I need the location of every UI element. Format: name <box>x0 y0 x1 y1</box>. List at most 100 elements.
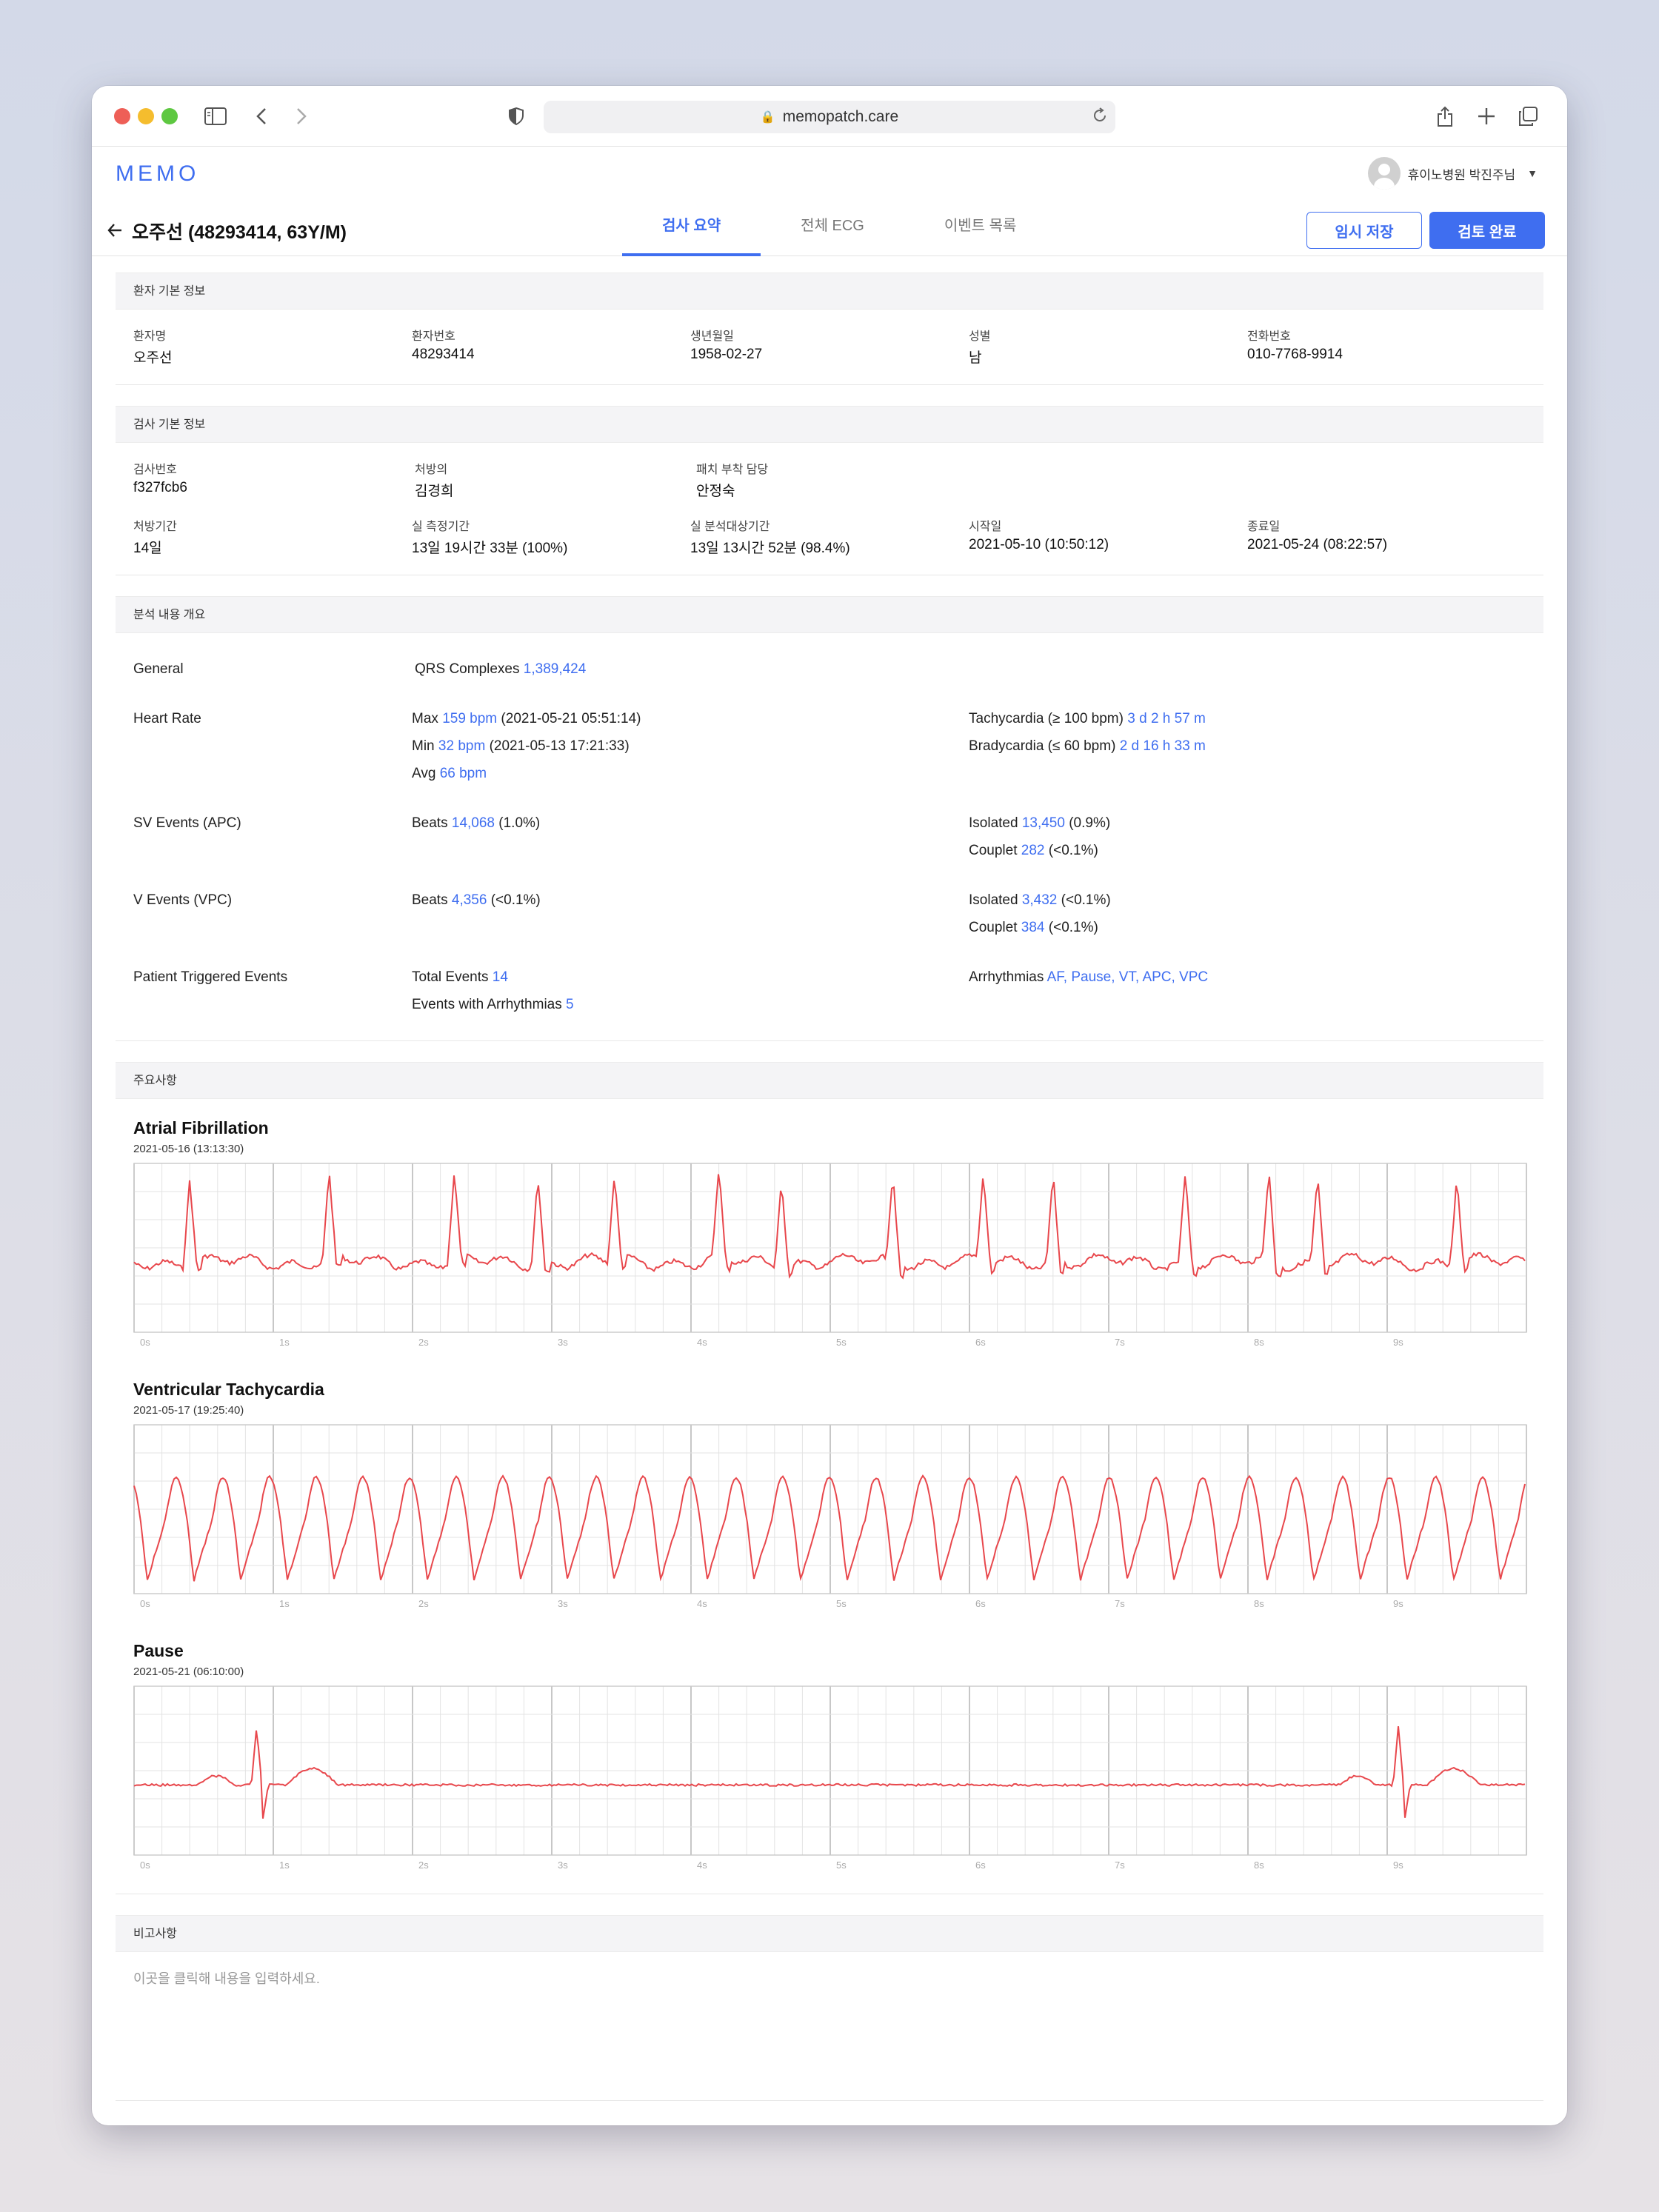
time-tick-label: 1s <box>279 1598 290 1609</box>
time-tick-label: 5s <box>836 1337 847 1348</box>
analysis-row-triggered: Patient Triggered Events Total Events 14… <box>116 963 1543 1018</box>
sidebar-icon[interactable] <box>203 102 228 130</box>
share-icon[interactable] <box>1434 102 1456 130</box>
tab-full-ecg[interactable]: 전체 ECG <box>761 206 904 256</box>
time-tick-label: 9s <box>1393 1598 1403 1609</box>
analysis-row-heart-rate: Heart Rate Max 159 bpm (2021-05-21 05:51… <box>116 705 1543 787</box>
zoom-window-button[interactable] <box>161 108 178 124</box>
field-label: 종료일 <box>1247 521 1281 533</box>
metric-pct: (0.9%) <box>1069 815 1111 831</box>
time-tick-label: 4s <box>697 1337 707 1348</box>
time-tick-label: 9s <box>1393 1337 1403 1348</box>
minimize-window-button[interactable] <box>138 108 154 124</box>
time-tick-label: 8s <box>1254 1860 1264 1871</box>
ecg-strip-vt[interactable]: Ventricular Tachycardia 2021-05-17 (19:2… <box>116 1380 1543 1613</box>
ecg-strip-afib[interactable]: Atrial Fibrillation 2021-05-16 (13:13:30… <box>116 1118 1543 1351</box>
total-events-link[interactable]: 14 <box>493 969 508 985</box>
v-beats-link[interactable]: 4,356 <box>452 892 487 908</box>
tab-summary[interactable]: 검사 요약 <box>622 206 761 256</box>
bradycardia-link[interactable]: 2 d 16 h 33 m <box>1120 738 1206 754</box>
metric-label: Total Events <box>412 969 489 985</box>
ecg-strip-date: 2021-05-17 (19:25:40) <box>133 1404 244 1417</box>
back-arrow-icon[interactable] <box>107 218 123 244</box>
forward-nav-icon[interactable] <box>292 102 311 130</box>
min-hr-link[interactable]: 32 bpm <box>438 738 485 754</box>
max-hr-link[interactable]: 159 bpm <box>442 711 497 726</box>
analysis-section: 분석 내용 개요 General QRS Complexes 1,389,424… <box>116 596 1543 1041</box>
row-label: General <box>133 661 184 677</box>
time-tick-label: 0s <box>140 1598 150 1609</box>
browser-toolbar: 🔒 memopatch.care <box>92 86 1567 147</box>
arrhythmia-events-link[interactable]: 5 <box>566 997 574 1012</box>
new-tab-icon[interactable] <box>1475 102 1498 130</box>
app-header: MEMO 휴이노병원 박진주님 ▼ <box>92 147 1567 206</box>
row-label: V Events (VPC) <box>133 892 233 908</box>
patient-title-bar: 오주선 (48293414, 63Y/M) 검사 요약 전체 ECG 이벤트 목… <box>92 206 1567 256</box>
field-value: 14일 <box>133 541 162 556</box>
ecg-strip-date: 2021-05-16 (13:13:30) <box>133 1143 244 1155</box>
time-tick-label: 3s <box>558 1860 568 1871</box>
ecg-chart[interactable]: 0s 1s 2s 3s 4s 5s 6s 7s 8s 9s <box>133 1163 1527 1348</box>
ecg-trace <box>133 1174 1526 1280</box>
avatar <box>1367 157 1401 190</box>
v-couplet-link[interactable]: 384 <box>1021 920 1045 935</box>
user-name: 휴이노병원 박진주님 <box>1407 167 1516 182</box>
tab-event-list[interactable]: 이벤트 목록 <box>904 206 1057 256</box>
address-bar[interactable]: 🔒 memopatch.care <box>544 101 1115 133</box>
time-tick-label: 5s <box>836 1860 847 1871</box>
temp-save-button[interactable]: 임시 저장 <box>1306 212 1422 249</box>
tab-bar: 검사 요약 전체 ECG 이벤트 목록 <box>622 206 1056 256</box>
time-tick-label: 6s <box>975 1598 986 1609</box>
time-tick-label: 9s <box>1393 1860 1403 1871</box>
app-logo[interactable]: MEMO <box>116 161 199 187</box>
row-label: Patient Triggered Events <box>133 969 288 985</box>
page-title: 오주선 (48293414, 63Y/M) <box>132 222 347 243</box>
metric-time: (2021-05-13 17:21:33) <box>489 738 630 754</box>
review-complete-button[interactable]: 검토 완료 <box>1429 212 1545 249</box>
v-isolated-link[interactable]: 3,432 <box>1022 892 1058 908</box>
browser-window: 🔒 memopatch.care MEMO 휴이노병원 박진주님 ▼ 오주선 ( <box>92 86 1567 2125</box>
sv-beats-link[interactable]: 14,068 <box>452 815 495 831</box>
time-tick-label: 6s <box>975 1860 986 1871</box>
arrhythmia-types-link[interactable]: AF, Pause, VT, APC, VPC <box>1047 969 1209 985</box>
section-header: 분석 내용 개요 <box>116 596 1543 633</box>
metric-label: Isolated <box>969 815 1018 831</box>
field-value: 남 <box>969 350 982 366</box>
ecg-chart[interactable]: 0s 1s 2s 3s 4s 5s 6s 7s 8s 9s <box>133 1424 1527 1609</box>
caret-down-icon: ▼ <box>1527 167 1538 179</box>
analysis-row-sv-events: SV Events (APC) Beats 14,068 (1.0%) Isol… <box>116 809 1543 864</box>
metric-label: Max <box>412 711 438 726</box>
exam-info-section: 검사 기본 정보 검사번호 f327fcb6 처방의 김경희 패치 부착 담당 안정숙… <box>116 406 1543 575</box>
avg-hr-link[interactable]: 66 bpm <box>440 766 487 781</box>
time-tick-label: 2s <box>418 1337 429 1348</box>
sv-isolated-link[interactable]: 13,450 <box>1022 815 1065 831</box>
field-value: 48293414 <box>412 347 475 362</box>
back-nav-icon[interactable] <box>252 102 271 130</box>
sv-couplet-link[interactable]: 282 <box>1021 843 1045 858</box>
section-header: 환자 기본 정보 <box>116 273 1543 310</box>
metric-pct: (<0.1%) <box>490 892 541 908</box>
reload-icon[interactable] <box>1092 107 1108 129</box>
tachycardia-link[interactable]: 3 d 2 h 57 m <box>1127 711 1206 726</box>
time-tick-label: 3s <box>558 1337 568 1348</box>
time-tick-label: 1s <box>279 1337 290 1348</box>
notes-input[interactable]: 이곳을 클릭해 내용을 입력하세요. <box>116 1952 1543 2100</box>
qrs-count-link[interactable]: 1,389,424 <box>524 661 587 677</box>
time-tick-label: 7s <box>1115 1337 1125 1348</box>
metric-pct: (<0.1%) <box>1061 892 1111 908</box>
field-value: 2021-05-24 (08:22:57) <box>1247 537 1388 552</box>
metric-pct: (<0.1%) <box>1048 920 1098 935</box>
user-menu[interactable]: 휴이노병원 박진주님 ▼ <box>1367 157 1538 190</box>
ecg-strip-pause[interactable]: Pause 2021-05-21 (06:10:00) 0s 1s 2s 3s 4s 5s… <box>116 1641 1543 1874</box>
lock-icon: 🔒 <box>760 111 775 124</box>
close-window-button[interactable] <box>114 108 130 124</box>
row-label: SV Events (APC) <box>133 815 241 831</box>
metric-label: Avg <box>412 766 436 781</box>
ecg-chart[interactable]: 0s 1s 2s 3s 4s 5s 6s 7s 8s 9s <box>133 1685 1527 1871</box>
metric-label: Isolated <box>969 892 1018 908</box>
time-tick-label: 8s <box>1254 1598 1264 1609</box>
metric-label: Bradycardia (≤ 60 bpm) <box>969 738 1116 754</box>
tab-overview-icon[interactable] <box>1517 102 1539 130</box>
patient-info-section: 환자 기본 정보 환자명 오주선 환자번호 48293414 생년월일 1958-02… <box>116 273 1543 385</box>
privacy-shield-icon[interactable] <box>507 102 526 130</box>
